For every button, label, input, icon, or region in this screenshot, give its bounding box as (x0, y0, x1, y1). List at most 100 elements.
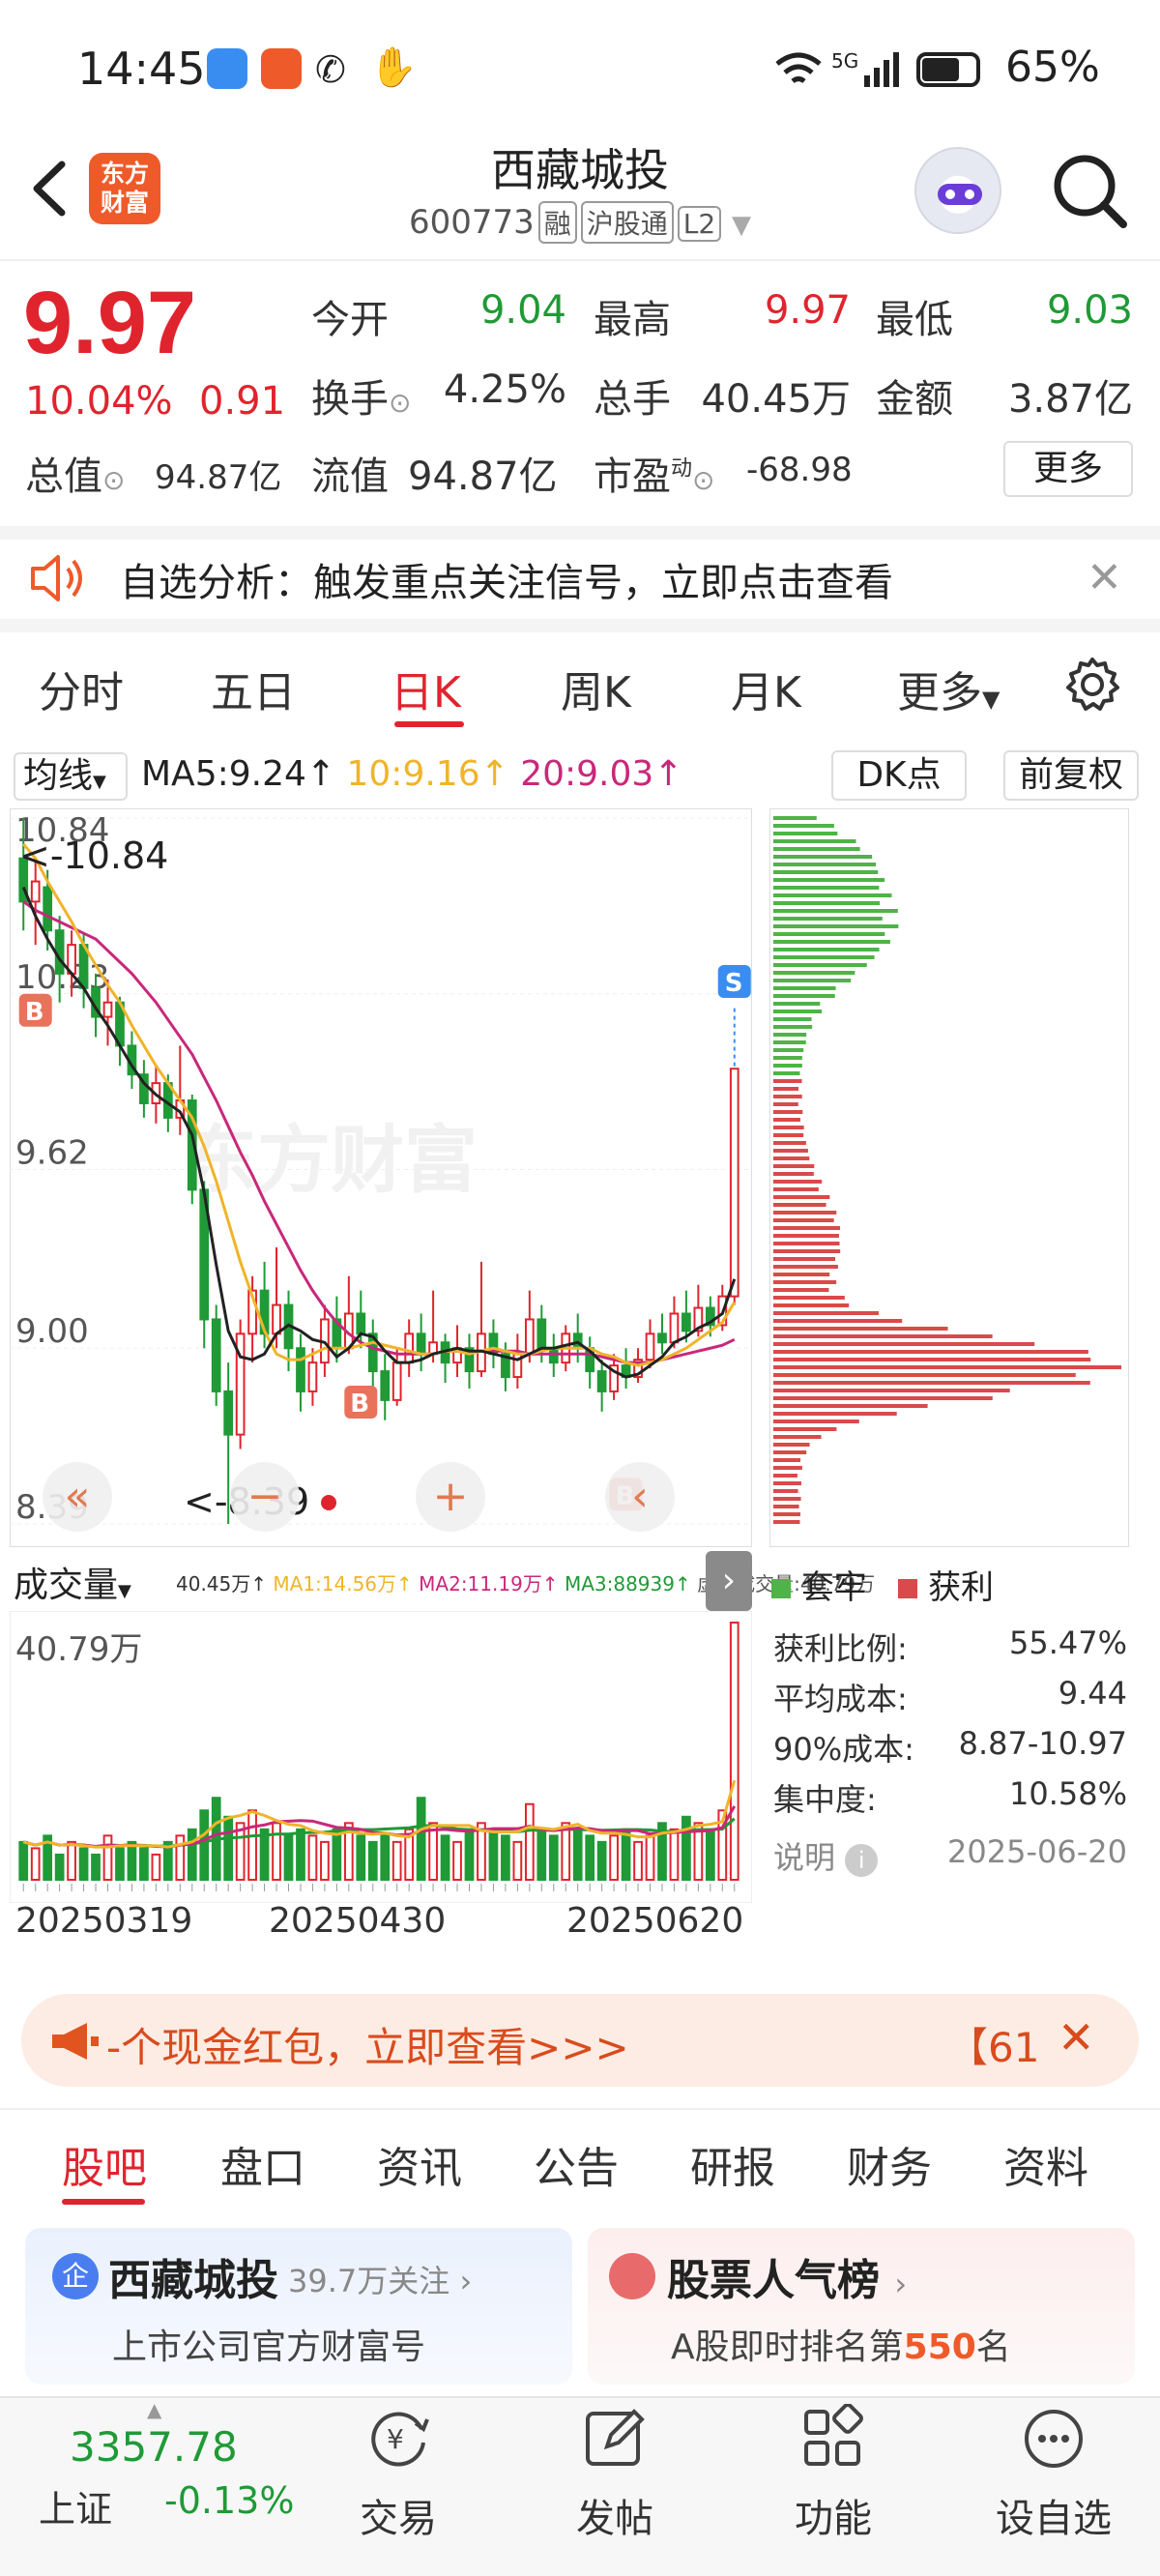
candle-body (524, 1318, 535, 1356)
chip-bar (773, 1211, 837, 1215)
chip-bar (773, 886, 880, 890)
chip-bar (773, 924, 899, 928)
volume-bar (488, 1828, 499, 1882)
hand-icon: ✋ (369, 45, 418, 90)
buy-marker-label: B (350, 1390, 369, 1419)
ma-legend: MA5:9.24↑ 10:9.16↑ 20:9.03↑ (141, 754, 682, 794)
tab-pankou[interactable]: 盘口 (220, 2133, 305, 2195)
chip-bar (773, 971, 856, 975)
info-icon: i (845, 1844, 879, 1877)
volume-bar (440, 1834, 450, 1882)
candlestick-chart[interactable]: 10.8410.239.629.008.39东方财富<-10.84<-8.39B… (10, 808, 752, 1547)
official-account-card[interactable]: 企 西藏城投 39.7万关注 › 上市公司官方财富号 (25, 2228, 572, 2385)
chip-bar (773, 1156, 810, 1160)
chip-bar (773, 1164, 815, 1168)
dropdown-icon[interactable]: ▼ (732, 211, 751, 240)
volume-bar (54, 1853, 65, 1882)
zoom-in-button[interactable]: + (416, 1462, 485, 1532)
ma5-value: MA5:9.24↑ (141, 754, 336, 794)
trade-icon[interactable]: ¥ (363, 2404, 433, 2474)
chip-bar (773, 1435, 822, 1439)
candle-body (657, 1332, 667, 1344)
market-cap-value: 94.87亿 (155, 458, 282, 497)
avg-cost-value: 9.44 (1058, 1675, 1127, 1712)
scroll-left-fast-button[interactable]: « (43, 1462, 112, 1532)
chip-note-link[interactable]: 说明 i (773, 1833, 879, 1878)
promo-text[interactable]: -个现金红包，立即查看>>> (106, 2015, 629, 2074)
date-tick: 20250620 (566, 1901, 744, 1941)
tab-monthly-k[interactable]: 月K (731, 658, 801, 719)
tab-more[interactable]: 更多▼ (897, 658, 1000, 719)
expand-panel-button[interactable]: › (706, 1551, 752, 1611)
popularity-rank-card[interactable]: 股票人气榜 › A股即时排名第550名 (588, 2228, 1135, 2385)
avg-cost-label: 平均成本: (773, 1681, 908, 1717)
volume-bar (669, 1828, 680, 1882)
high-label: 最高 (594, 298, 671, 342)
nav-post[interactable]: 发帖 (528, 2487, 702, 2543)
chip-bar (773, 986, 836, 990)
chip-bar (773, 1358, 1091, 1361)
current-price: 9.97 (23, 274, 197, 372)
stock-code: 600773 (408, 203, 535, 242)
zoom-out-button[interactable]: − (230, 1462, 300, 1532)
dk-point-button[interactable]: DK点 (831, 750, 967, 801)
volume-bar (464, 1828, 475, 1882)
nav-add-watchlist[interactable]: 设自选 (967, 2487, 1141, 2543)
chip-bar (773, 1079, 802, 1083)
tab-announcements[interactable]: 公告 (534, 2133, 619, 2195)
close-icon[interactable]: ✕ (1058, 2011, 1095, 2064)
function-grid-icon[interactable] (798, 2404, 868, 2474)
watermark: 东方财富 (184, 1117, 478, 1203)
notice-text[interactable]: 自选分析：触发重点关注信号，立即点击查看 (120, 551, 893, 607)
chip-bar (773, 1226, 841, 1230)
index-change[interactable]: -0.13% (164, 2479, 294, 2522)
more-button[interactable]: 更多 (1003, 441, 1133, 497)
float-cap-value: 94.87亿 (408, 454, 558, 499)
candle-body (536, 1318, 547, 1350)
search-icon[interactable] (1046, 147, 1133, 234)
chip-bar (773, 1087, 799, 1091)
chip-bar (773, 824, 834, 828)
tab-five-day[interactable]: 五日 (211, 658, 296, 719)
index-value[interactable]: 3357.78 (70, 2423, 238, 2471)
tab-research[interactable]: 研报 (690, 2133, 775, 2195)
chip-bar (773, 863, 877, 866)
scroll-left-button[interactable]: ‹ (605, 1462, 675, 1532)
tab-daily-k[interactable]: 日K (391, 658, 461, 719)
close-icon[interactable]: ✕ (1087, 553, 1122, 602)
chip-bar (773, 855, 873, 859)
nav-trade[interactable]: 交易 (311, 2487, 485, 2543)
volume-bar (272, 1822, 281, 1881)
gear-icon[interactable] (1063, 656, 1121, 714)
caret-down-icon: ▼ (982, 686, 1000, 713)
tab-timeshare[interactable]: 分时 (39, 658, 124, 719)
chip-bar (773, 847, 860, 851)
post-icon[interactable] (580, 2404, 650, 2474)
tab-profile[interactable]: 资料 (1003, 2133, 1088, 2195)
candle-body (356, 1312, 366, 1335)
more-dots-icon[interactable] (1019, 2404, 1088, 2474)
tab-guba[interactable]: 股吧 (62, 2133, 147, 2195)
tab-weekly-k[interactable]: 周K (561, 658, 631, 719)
volume-bar (78, 1847, 89, 1881)
chip-bar (773, 1265, 838, 1269)
volume-bar (115, 1847, 125, 1881)
active-tab-indicator (394, 721, 464, 727)
ma-selector[interactable]: 均线▼ (14, 752, 128, 801)
ai-robot-avatar[interactable] (914, 147, 1001, 234)
volume-indicator-selector[interactable]: 成交量▼ (14, 1557, 131, 1607)
tab-finance[interactable]: 财务 (847, 2133, 932, 2195)
nav-function[interactable]: 功能 (746, 2487, 920, 2543)
chip-bar (773, 816, 817, 820)
tab-news[interactable]: 资讯 (377, 2133, 462, 2195)
open-label: 今开 (311, 298, 389, 342)
chip-bar (773, 1427, 837, 1431)
candle-body (211, 1318, 221, 1392)
index-name[interactable]: 上证 (39, 2479, 112, 2532)
price-adjust-button[interactable]: 前复权 (1003, 750, 1139, 801)
volume-legend: 40.45万↑ MA1:14.56万↑ MA2:11.19万↑ MA3:8893… (176, 1572, 875, 1595)
chip-bar (773, 917, 883, 921)
chip-bar (773, 1458, 801, 1462)
candle-body (416, 1332, 426, 1356)
chip-bar (773, 955, 875, 959)
